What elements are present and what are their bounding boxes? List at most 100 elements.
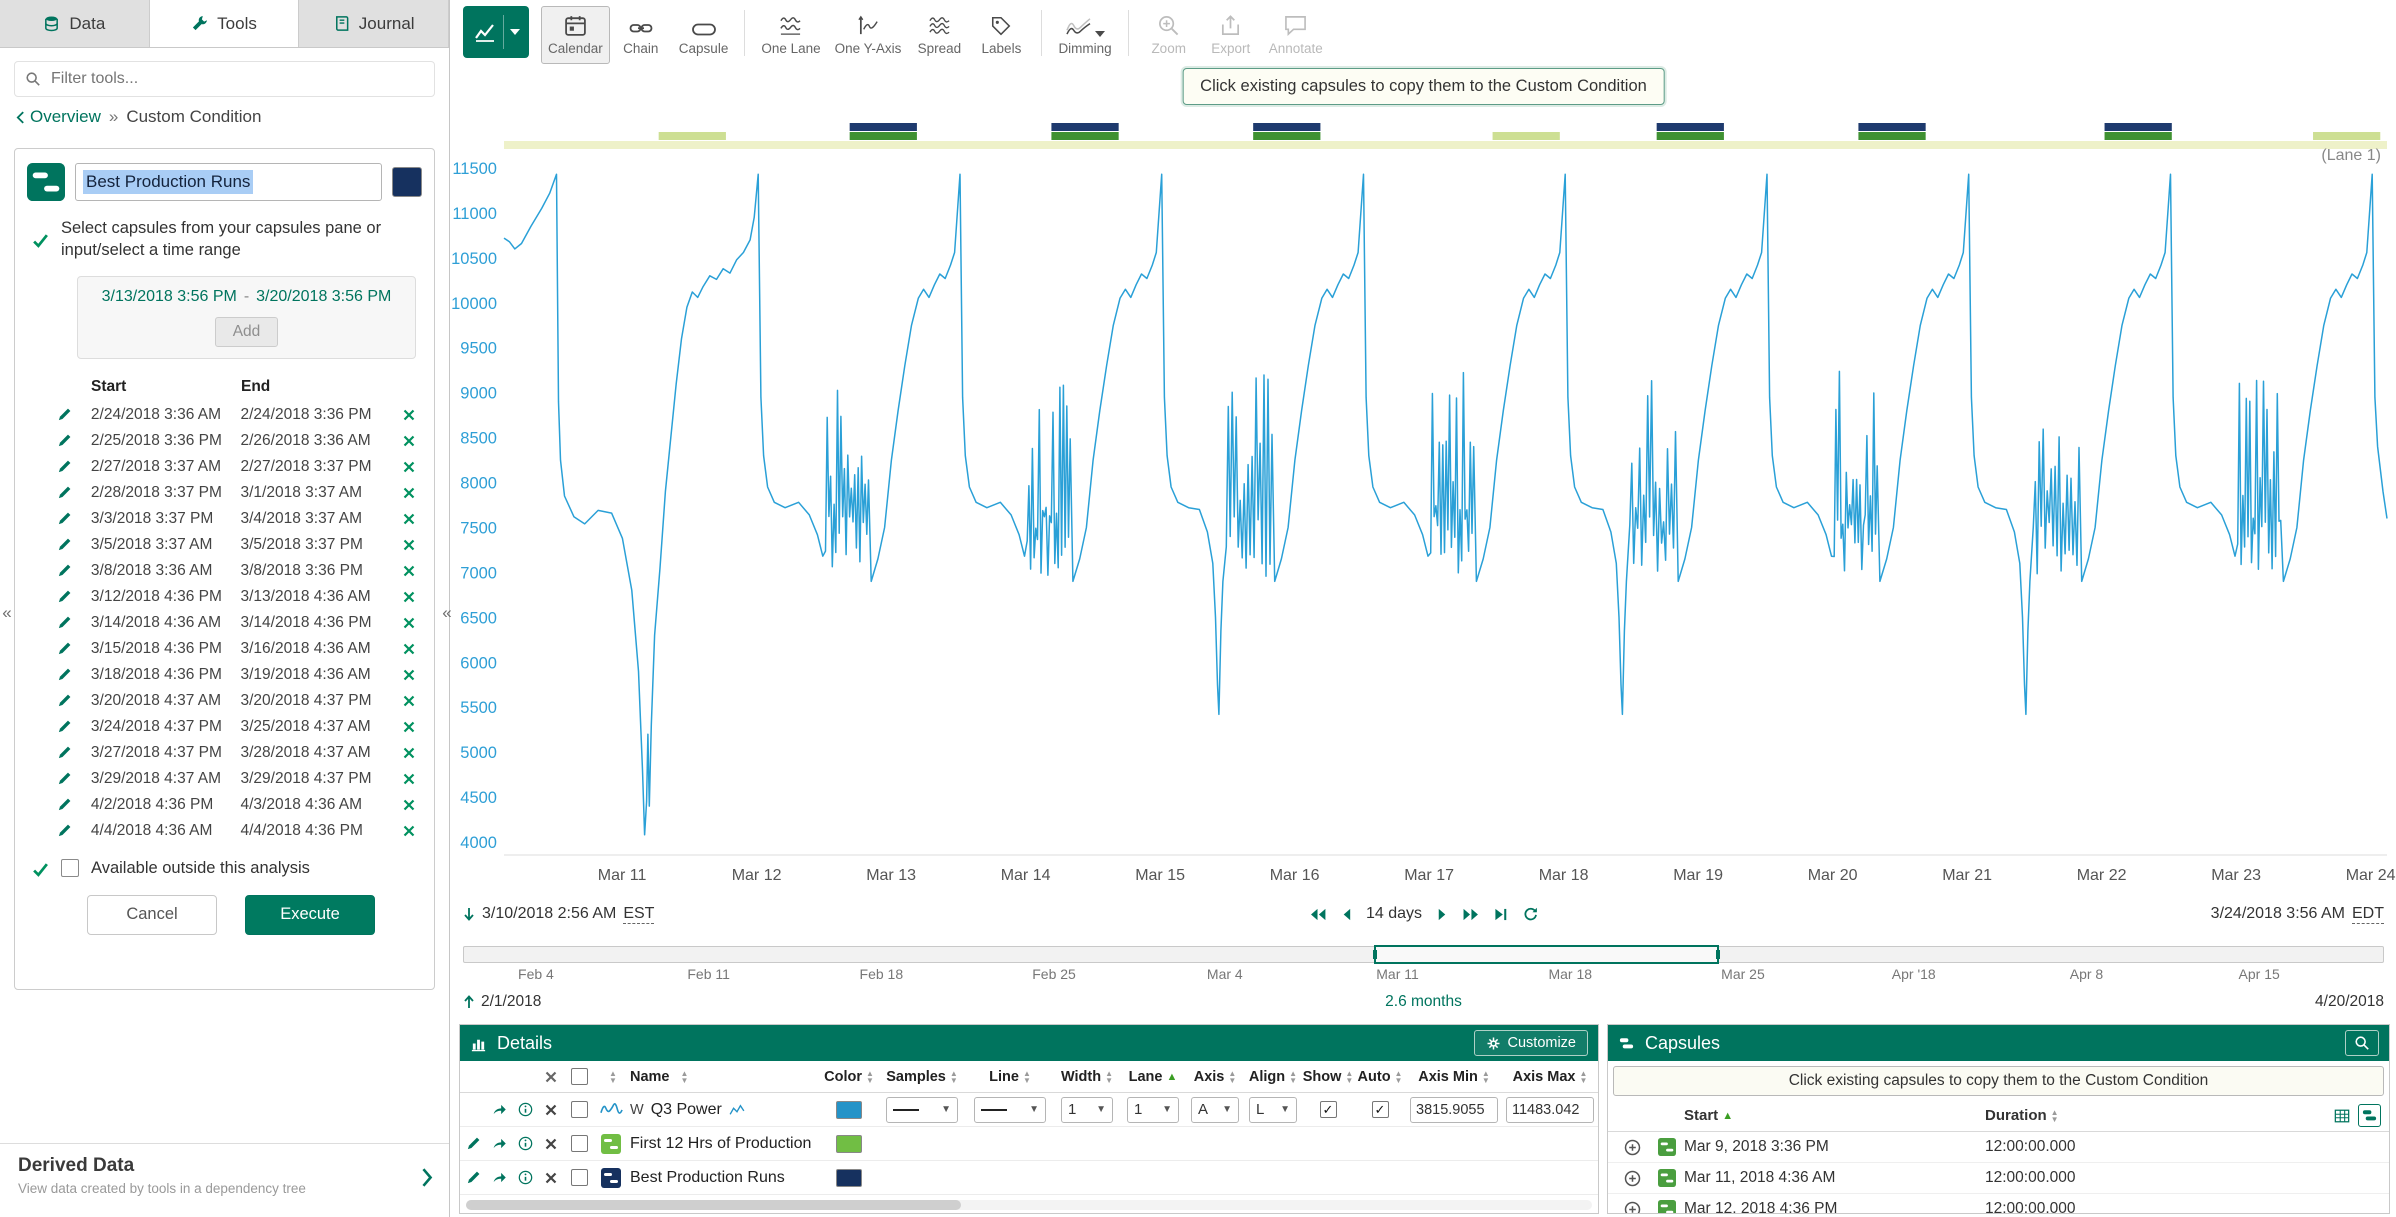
step-to-end-icon[interactable]: [1494, 908, 1507, 921]
jump-to-icon[interactable]: [486, 1170, 512, 1185]
time-range-dates[interactable]: 3/13/2018 3:56 PM-3/20/2018 3:56 PM: [86, 288, 407, 306]
edit-capsule-button[interactable]: [57, 641, 91, 656]
edit-capsule-button[interactable]: [57, 563, 91, 578]
edit-capsule-button[interactable]: [57, 433, 91, 448]
execute-button[interactable]: Execute: [245, 895, 375, 935]
sort-icon[interactable]: ▲▼: [1579, 1070, 1587, 1084]
remove-capsule-button[interactable]: [396, 773, 422, 785]
cancel-button[interactable]: Cancel: [87, 895, 217, 935]
timezone-start[interactable]: EST: [623, 905, 654, 924]
tab-journal[interactable]: Journal: [299, 0, 449, 47]
lane-select[interactable]: 1▼: [1127, 1097, 1179, 1123]
remove-capsule-button[interactable]: [396, 721, 422, 733]
item-name[interactable]: WQ3 Power: [628, 1101, 820, 1119]
jump-to-icon[interactable]: [486, 1136, 512, 1151]
details-column-lane[interactable]: Lane▲: [1120, 1069, 1186, 1085]
edit-item-button[interactable]: [460, 1170, 486, 1185]
sort-icon[interactable]: ▲▼: [681, 1070, 689, 1084]
remove-capsule-button[interactable]: [396, 825, 422, 837]
step-forward-full-icon[interactable]: [1462, 908, 1479, 921]
edit-capsule-button[interactable]: [57, 407, 91, 422]
remove-capsule-button[interactable]: [396, 591, 422, 603]
view-selector-button[interactable]: [463, 6, 529, 58]
collapse-sidebar-handle[interactable]: «: [441, 600, 453, 626]
add-button[interactable]: Add: [215, 317, 279, 347]
details-column-align[interactable]: Align▲▼: [1244, 1069, 1302, 1085]
info-icon[interactable]: [512, 1102, 538, 1117]
edit-capsule-button[interactable]: [57, 589, 91, 604]
add-capsule-icon[interactable]: [1614, 1201, 1650, 1215]
remove-capsule-button[interactable]: [396, 513, 422, 525]
row-checkbox[interactable]: [571, 1135, 588, 1152]
timezone-end[interactable]: EDT: [2352, 905, 2384, 924]
collapse-left-handle[interactable]: «: [1, 600, 13, 626]
capsule-list-row[interactable]: Mar 12, 2018 4:36 PM12:00:00.000: [1608, 1194, 2389, 1214]
toolbar-button-one-y-axis[interactable]: One Y-Axis: [828, 6, 909, 64]
toolbar-button-calendar[interactable]: Calendar: [541, 6, 610, 64]
edit-item-button[interactable]: [460, 1136, 486, 1151]
jump-to-icon[interactable]: [486, 1102, 512, 1117]
select-all-checkbox[interactable]: [571, 1068, 588, 1085]
condition-color-swatch[interactable]: [392, 167, 422, 197]
remove-capsule-button[interactable]: [396, 409, 422, 421]
edit-capsule-button[interactable]: [57, 823, 91, 838]
details-row[interactable]: WQ3 Power▼▼1▼1▼A▼L▼✓✓3815.905511483.042: [460, 1093, 1598, 1127]
details-horizontal-scrollbar[interactable]: [466, 1200, 1592, 1210]
x-axis-labels[interactable]: Mar 11Mar 12Mar 13Mar 14Mar 15Mar 16Mar …: [598, 867, 2396, 884]
remove-capsule-button[interactable]: [396, 461, 422, 473]
capsule-list-row[interactable]: Mar 9, 2018 3:36 PM12:00:00.000: [1608, 1132, 2389, 1163]
item-name[interactable]: Best Production Runs: [628, 1169, 820, 1187]
info-icon[interactable]: [512, 1170, 538, 1185]
toolbar-button-capsule[interactable]: Capsule: [672, 6, 736, 64]
sort-icon[interactable]: ▲▼: [1345, 1070, 1353, 1084]
remove-icon[interactable]: [538, 1104, 564, 1116]
condition-name-input[interactable]: Best Production Runs: [75, 163, 382, 201]
filter-tools-search[interactable]: [14, 61, 435, 97]
toolbar-button-annotate[interactable]: Annotate: [1262, 6, 1330, 64]
sort-icon[interactable]: ▲▼: [609, 1070, 617, 1084]
toolbar-button-dimming[interactable]: Dimming: [1051, 6, 1118, 64]
details-row[interactable]: Best Production Runs: [460, 1161, 1598, 1195]
sort-icon[interactable]: ▲▼: [1395, 1070, 1403, 1084]
details-column-axis-max[interactable]: Axis Max▲▼: [1502, 1069, 1598, 1085]
details-column-color[interactable]: Color▲▼: [820, 1069, 878, 1085]
details-row[interactable]: First 12 Hrs of Production: [460, 1127, 1598, 1161]
tab-tools[interactable]: Tools: [150, 0, 300, 47]
details-column-name[interactable]: Name▲▼: [628, 1069, 820, 1085]
breadcrumb-overview-link[interactable]: Overview: [16, 107, 101, 127]
edit-capsule-button[interactable]: [57, 745, 91, 760]
edit-capsule-button[interactable]: [57, 537, 91, 552]
toolbar-button-export[interactable]: Export: [1200, 6, 1262, 64]
remove-capsule-button[interactable]: [396, 539, 422, 551]
details-column-show[interactable]: Show▲▼: [1302, 1069, 1354, 1085]
sort-icon[interactable]: ▲▼: [1289, 1070, 1297, 1084]
capsules-column-start[interactable]: Start▲: [1684, 1107, 1985, 1124]
edit-capsule-button[interactable]: [57, 771, 91, 786]
remove-capsule-button[interactable]: [396, 643, 422, 655]
remove-capsule-button[interactable]: [396, 487, 422, 499]
edit-capsule-button[interactable]: [57, 797, 91, 812]
edit-capsule-button[interactable]: [57, 615, 91, 630]
overview-range-track[interactable]: [463, 946, 2384, 963]
trend-chart[interactable]: 1150011000105001000095009000850080007500…: [451, 92, 2396, 898]
item-name[interactable]: First 12 Hrs of Production: [628, 1135, 820, 1153]
filter-tools-input[interactable]: [51, 70, 424, 88]
remove-all-icon[interactable]: [538, 1071, 564, 1083]
toolbar-button-labels[interactable]: Labels: [970, 6, 1032, 64]
remove-capsule-button[interactable]: [396, 669, 422, 681]
add-capsule-icon[interactable]: [1614, 1139, 1650, 1156]
refresh-icon[interactable]: [1522, 906, 1538, 922]
toolbar-button-one-lane[interactable]: One Lane: [754, 6, 827, 64]
color-swatch[interactable]: [836, 1135, 862, 1153]
remove-capsule-button[interactable]: [396, 799, 422, 811]
sort-icon[interactable]: ▲▼: [866, 1070, 874, 1084]
edit-capsule-button[interactable]: [57, 459, 91, 474]
row-checkbox[interactable]: [571, 1169, 588, 1186]
step-back-icon[interactable]: [1341, 908, 1351, 921]
toolbar-button-chain[interactable]: Chain: [610, 6, 672, 64]
sort-icon[interactable]: ▲▼: [1105, 1070, 1113, 1084]
add-capsule-icon[interactable]: [1614, 1170, 1650, 1187]
line-style-select[interactable]: ▼: [974, 1097, 1046, 1123]
sort-icon[interactable]: ▲▼: [1228, 1070, 1236, 1084]
row-checkbox[interactable]: [571, 1101, 588, 1118]
